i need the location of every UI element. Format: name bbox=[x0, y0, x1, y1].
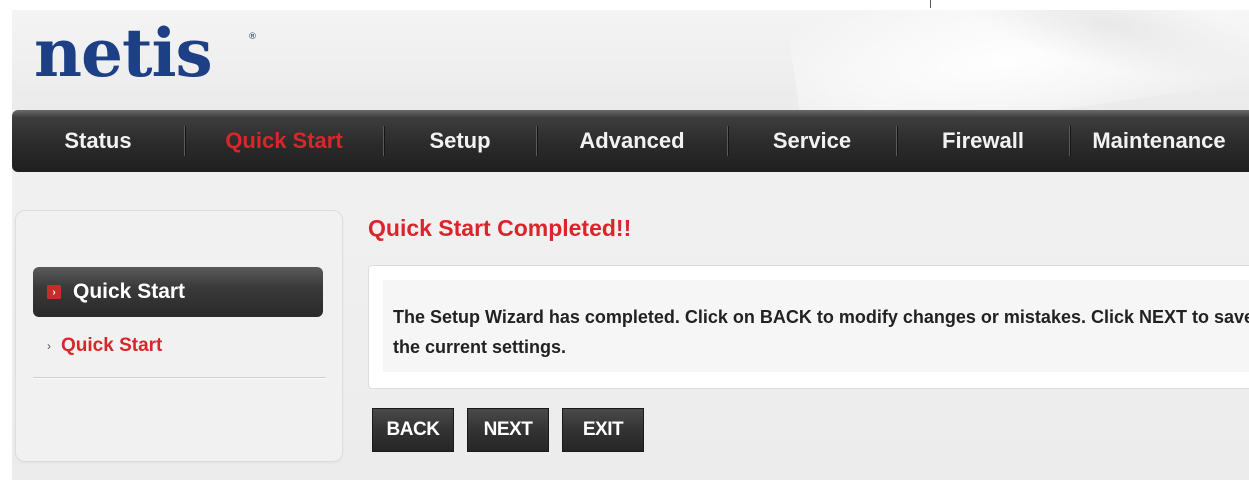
nav-maintenance[interactable]: Maintenance bbox=[1070, 110, 1248, 172]
divider-tick bbox=[930, 0, 931, 8]
nav-status[interactable]: Status bbox=[12, 110, 184, 172]
header: netis ® bbox=[12, 10, 1249, 110]
small-arrow-icon: › bbox=[47, 339, 51, 353]
back-button[interactable]: BACK bbox=[372, 408, 454, 452]
netis-logo: netis bbox=[34, 14, 213, 92]
registered-mark: ® bbox=[248, 32, 257, 42]
sidebar-section-quick-start[interactable]: › Quick Start bbox=[33, 267, 323, 317]
sidebar-item-quick-start[interactable]: › Quick Start bbox=[47, 335, 162, 357]
router-admin-page: netis ® Status Quick Start Setup Advance… bbox=[12, 10, 1249, 480]
sidebar-divider bbox=[33, 377, 326, 378]
nav-firewall[interactable]: Firewall bbox=[897, 110, 1069, 172]
sidebar-section-label: Quick Start bbox=[73, 280, 186, 303]
completion-message: The Setup Wizard has completed. Click on… bbox=[383, 280, 1249, 372]
page-title: Quick Start Completed!! bbox=[368, 215, 632, 241]
sidebar-item-label: Quick Start bbox=[61, 335, 163, 356]
nav-setup[interactable]: Setup bbox=[384, 110, 536, 172]
nav-quick-start[interactable]: Quick Start bbox=[185, 110, 383, 172]
sidebar: › Quick Start › Quick Start bbox=[15, 210, 343, 462]
message-panel: The Setup Wizard has completed. Click on… bbox=[368, 265, 1249, 389]
exit-button[interactable]: EXIT bbox=[562, 408, 644, 452]
chevron-right-icon: › bbox=[47, 285, 61, 299]
nav-service[interactable]: Service bbox=[728, 110, 896, 172]
top-navigation: Status Quick Start Setup Advanced Servic… bbox=[12, 110, 1249, 172]
nav-advanced[interactable]: Advanced bbox=[537, 110, 727, 172]
next-button[interactable]: NEXT bbox=[467, 408, 549, 452]
